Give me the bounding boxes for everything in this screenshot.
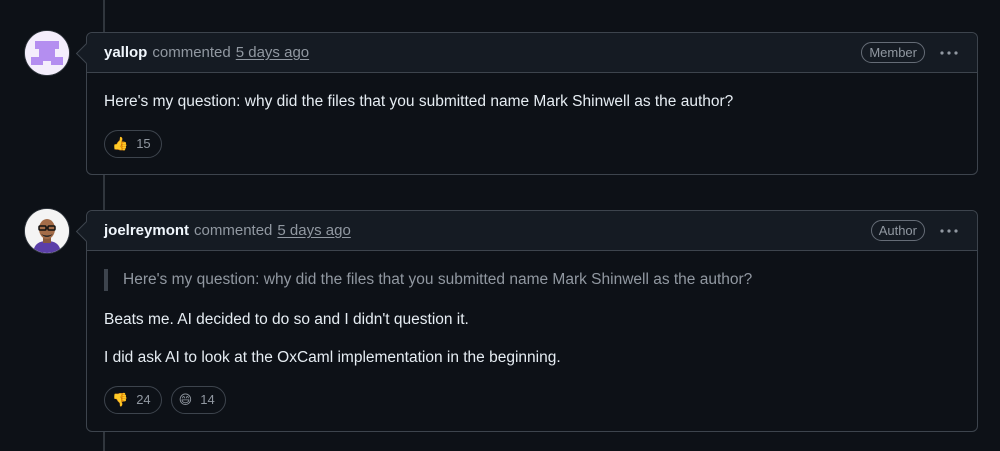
role-badge: Author	[870, 220, 925, 241]
comment-paragraph: Here's my question: why did the files th…	[104, 93, 734, 110]
author-name[interactable]: joelreymont	[104, 222, 189, 239]
identicon-avatar	[25, 31, 69, 75]
comment-paragraph: I did ask AI to look at the OxCaml imple…	[104, 349, 561, 366]
comment-header: yallop commented 5 days ago Member	[87, 33, 977, 73]
thumbs-up-icon: 👍	[112, 136, 129, 151]
avatar-joelreymont[interactable]	[25, 209, 69, 253]
role-badge: Member	[861, 42, 925, 63]
comment-timestamp[interactable]: 5 days ago	[236, 44, 309, 61]
comment-action: commented	[152, 44, 231, 61]
comment-body: Here's my question: why did the files th…	[87, 73, 977, 174]
reaction-count: 14	[200, 392, 215, 407]
reaction-thumbs-up[interactable]: 👍 15	[104, 130, 162, 158]
more-options-icon[interactable]	[937, 221, 961, 241]
reaction-count: 24	[136, 392, 151, 407]
comment-paragraph: Beats me. AI decided to do so and I didn…	[104, 311, 469, 328]
blockquote: Here's my question: why did the files th…	[104, 269, 960, 291]
thumbs-down-icon: 👎	[112, 392, 129, 407]
user-photo-avatar	[25, 209, 69, 253]
reactions-bar: 👎 24 😄 14	[104, 386, 960, 414]
reactions-bar: 👍 15	[104, 130, 960, 158]
reaction-thumbs-down[interactable]: 👎 24	[104, 386, 162, 414]
more-options-icon[interactable]	[937, 43, 961, 63]
comment-header: joelreymont commented 5 days ago Author	[87, 211, 977, 251]
comment-box: joelreymont commented 5 days ago Author …	[86, 210, 978, 432]
comment-body: Here's my question: why did the files th…	[87, 251, 977, 430]
author-name[interactable]: yallop	[104, 44, 147, 61]
reaction-count: 15	[136, 136, 151, 151]
reaction-laugh[interactable]: 😄 14	[170, 386, 226, 414]
comment-timestamp[interactable]: 5 days ago	[277, 222, 350, 239]
laugh-icon: 😄	[178, 392, 193, 407]
comment-box: yallop commented 5 days ago Member Here'…	[86, 32, 978, 175]
comment-action: commented	[194, 222, 273, 239]
avatar-yallop[interactable]	[25, 31, 69, 75]
